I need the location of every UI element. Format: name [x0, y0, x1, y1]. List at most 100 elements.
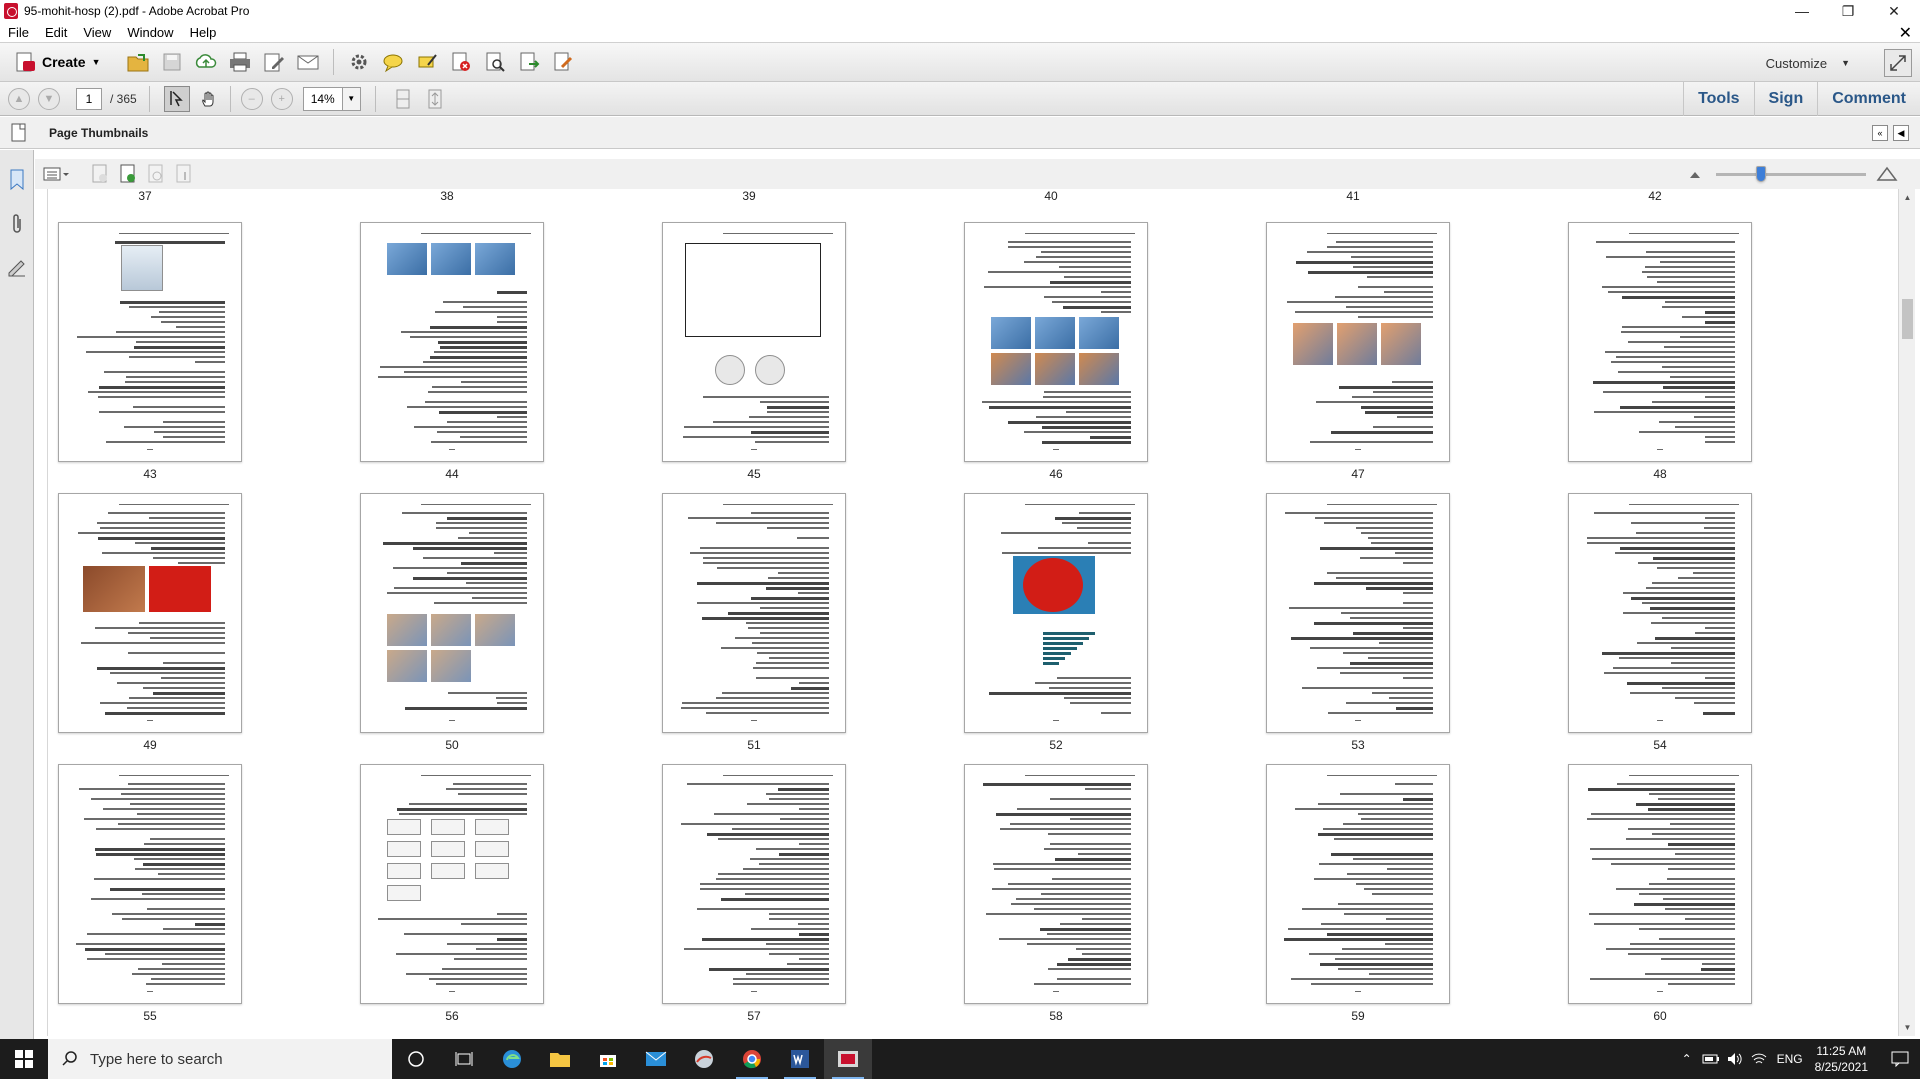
speaker-icon[interactable] — [1723, 1039, 1747, 1079]
page-thumbnail[interactable] — [58, 493, 242, 733]
select-tool-icon[interactable] — [163, 85, 190, 112]
menu-edit[interactable]: Edit — [37, 25, 75, 40]
mail-icon[interactable] — [632, 1039, 680, 1079]
panel-arrow-icon[interactable]: ◀ — [1893, 125, 1909, 141]
taskbar-clock[interactable]: 11:25 AM 8/25/2021 — [1815, 1043, 1868, 1075]
thumbnail-scrollbar[interactable]: ▲ ▼ — [1898, 189, 1915, 1036]
fullscreen-icon[interactable] — [1884, 49, 1912, 77]
save-icon[interactable] — [158, 48, 186, 76]
page-thumbnail[interactable] — [360, 222, 544, 462]
collapse-panel-icon[interactable]: « — [1872, 125, 1888, 141]
gear-icon[interactable] — [345, 48, 373, 76]
close-window-icon[interactable]: ✕ — [1871, 0, 1917, 22]
text-line — [681, 707, 829, 709]
zoom-out-icon[interactable]: – — [240, 87, 263, 110]
notifications-icon[interactable] — [1880, 1039, 1920, 1079]
scroll-up-icon[interactable]: ▲ — [1899, 189, 1916, 206]
close-document-icon[interactable]: ✕ — [1899, 23, 1912, 43]
scroll-thumb[interactable] — [1902, 299, 1913, 339]
menu-help[interactable]: Help — [182, 25, 225, 40]
page-thumbnail[interactable] — [1266, 493, 1450, 733]
tab-sign[interactable]: Sign — [1753, 82, 1818, 116]
tab-comment[interactable]: Comment — [1817, 82, 1920, 116]
page-thumbnail[interactable] — [1568, 493, 1752, 733]
page-thumbnail[interactable] — [964, 493, 1148, 733]
previous-page-icon[interactable]: ▲ — [8, 87, 30, 110]
tab-tools[interactable]: Tools — [1683, 82, 1753, 116]
vpn-app-icon[interactable] — [680, 1039, 728, 1079]
file-explorer-icon[interactable] — [536, 1039, 584, 1079]
bookmarks-icon[interactable] — [6, 168, 28, 192]
minimize-icon[interactable]: — — [1779, 0, 1825, 22]
wifi-icon[interactable] — [1747, 1039, 1771, 1079]
form-icon[interactable] — [549, 48, 577, 76]
upload-icon[interactable] — [192, 48, 220, 76]
page-thumbnail[interactable] — [1568, 222, 1752, 462]
customize-dropdown[interactable]: Customize ▼ — [1766, 43, 1850, 83]
taskbar-search-box[interactable]: Type here to search — [48, 1039, 392, 1079]
page-properties-icon[interactable] — [173, 163, 195, 185]
edit-icon[interactable] — [260, 48, 288, 76]
create-button[interactable]: Create ▼ — [8, 47, 107, 77]
page-thumbnail[interactable] — [964, 764, 1148, 1004]
hand-tool-icon[interactable] — [196, 86, 222, 112]
next-page-icon[interactable]: ▼ — [38, 87, 60, 110]
windows-start-icon[interactable] — [0, 1039, 48, 1079]
export-icon[interactable] — [515, 48, 543, 76]
rotate-page-icon[interactable] — [145, 163, 167, 185]
input-language[interactable]: ENG — [1777, 1052, 1803, 1066]
task-view-icon[interactable] — [440, 1039, 488, 1079]
page-thumbnail[interactable] — [662, 493, 846, 733]
comment-icon[interactable] — [379, 48, 407, 76]
page-thumbnail[interactable] — [360, 493, 544, 733]
menu-view[interactable]: View — [75, 25, 119, 40]
window-title: 95-mohit-hosp (2).pdf - Adobe Acrobat Pr… — [24, 4, 250, 18]
scroll-down-icon[interactable]: ▼ — [1899, 1019, 1916, 1036]
word-icon[interactable] — [776, 1039, 824, 1079]
page-thumbnail[interactable] — [1266, 764, 1450, 1004]
microsoft-store-icon[interactable] — [584, 1039, 632, 1079]
chrome-icon[interactable] — [728, 1039, 776, 1079]
attachments-icon[interactable] — [6, 212, 28, 236]
page-footer-mark — [147, 991, 153, 992]
page-thumbnail[interactable] — [58, 222, 242, 462]
text-line — [1367, 276, 1433, 278]
search-doc-icon[interactable] — [481, 48, 509, 76]
email-icon[interactable] — [294, 48, 322, 76]
cortana-icon[interactable] — [392, 1039, 440, 1079]
page-thumbnail[interactable] — [1266, 222, 1450, 462]
signatures-icon[interactable] — [6, 254, 28, 278]
open-icon[interactable] — [124, 48, 152, 76]
print-icon[interactable] — [226, 48, 254, 76]
fit-page-icon[interactable] — [390, 86, 416, 112]
text-line — [434, 602, 527, 604]
zoom-in-icon[interactable]: + — [270, 87, 293, 110]
page-thumbnails-icon[interactable] — [8, 121, 30, 145]
battery-icon[interactable] — [1699, 1039, 1723, 1079]
thumbnail-size-slider[interactable] — [1688, 163, 1898, 185]
page-thumbnail[interactable] — [58, 764, 242, 1004]
menu-file[interactable]: File — [0, 25, 37, 40]
page-number-input[interactable]: 1 — [76, 87, 102, 110]
text-line — [723, 233, 833, 234]
slider-thumb[interactable] — [1756, 166, 1766, 182]
thumbnail-page-number: 46 — [1049, 467, 1063, 481]
delete-icon[interactable] — [447, 48, 475, 76]
chevron-down-icon[interactable]: ▼ — [342, 86, 361, 111]
page-thumbnail[interactable] — [662, 764, 846, 1004]
options-menu-icon[interactable] — [41, 163, 73, 185]
edge-browser-icon[interactable] — [488, 1039, 536, 1079]
page-thumbnail[interactable] — [662, 222, 846, 462]
menu-window[interactable]: Window — [119, 25, 181, 40]
chevron-up-icon[interactable]: ⌃ — [1675, 1039, 1699, 1079]
scrolling-mode-icon[interactable] — [422, 86, 448, 112]
zoom-level-input[interactable]: 14% — [302, 86, 343, 111]
delete-page-icon[interactable] — [89, 163, 111, 185]
restore-icon[interactable]: ❐ — [1825, 0, 1871, 22]
page-thumbnail[interactable] — [964, 222, 1148, 462]
insert-page-icon[interactable] — [117, 163, 139, 185]
highlight-icon[interactable] — [413, 48, 441, 76]
acrobat-taskbar-icon[interactable] — [824, 1039, 872, 1079]
page-thumbnail[interactable] — [360, 764, 544, 1004]
page-thumbnail[interactable] — [1568, 764, 1752, 1004]
